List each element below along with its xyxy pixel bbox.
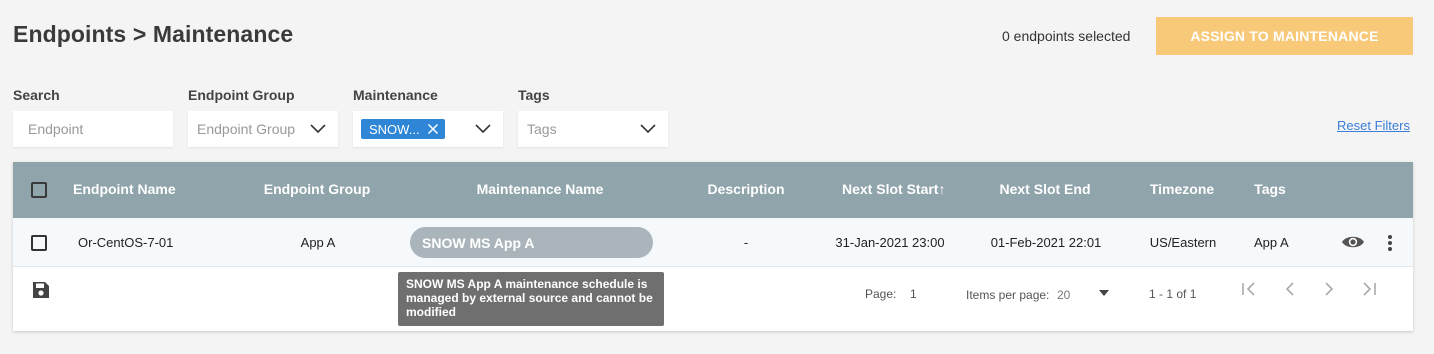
- col-maintenance-name[interactable]: Maintenance Name: [477, 181, 604, 197]
- last-page-icon[interactable]: [1360, 280, 1378, 298]
- col-endpoint-name[interactable]: Endpoint Name: [73, 181, 176, 197]
- more-vertical-icon[interactable]: [1387, 234, 1393, 252]
- tags-select[interactable]: Tags: [518, 111, 668, 147]
- save-icon[interactable]: [32, 281, 50, 299]
- maintenance-tooltip: SNOW MS App A maintenance schedule is ma…: [398, 272, 664, 326]
- select-all-checkbox[interactable]: [31, 182, 47, 198]
- search-field[interactable]: [13, 111, 173, 147]
- chevron-down-icon: [475, 124, 491, 134]
- tags-label: Tags: [518, 87, 550, 103]
- chevron-left-icon[interactable]: [1281, 280, 1299, 298]
- cell-timezone: US/Eastern: [1149, 235, 1217, 250]
- tags-placeholder: Tags: [527, 121, 557, 137]
- endpoint-group-label: Endpoint Group: [188, 87, 295, 103]
- cell-endpoint-group: App A: [300, 235, 336, 250]
- endpoint-group-select[interactable]: Endpoint Group: [188, 111, 338, 147]
- col-timezone[interactable]: Timezone: [1150, 181, 1214, 197]
- col-next-slot-end[interactable]: Next Slot End: [999, 181, 1090, 197]
- cell-next-slot-end: 01-Feb-2021 22:01: [990, 235, 1102, 250]
- page-input[interactable]: 1: [910, 287, 917, 301]
- items-per-page-select[interactable]: 20: [1057, 288, 1070, 302]
- col-next-slot-start-label: Next Slot Start: [842, 181, 939, 197]
- maintenance-select[interactable]: SNOW...: [353, 111, 503, 147]
- first-page-icon[interactable]: [1240, 280, 1258, 298]
- cell-description: -: [743, 235, 749, 250]
- maintenance-chip-label: SNOW...: [369, 121, 420, 137]
- cell-tags: App A: [1254, 235, 1289, 250]
- endpoint-group-placeholder: Endpoint Group: [197, 121, 296, 137]
- page-title: Endpoints > Maintenance: [13, 21, 294, 47]
- caret-down-icon[interactable]: [1099, 290, 1109, 296]
- table-row[interactable]: Or-CentOS-7-01 App A SNOW MS App A - 31-…: [13, 218, 1413, 267]
- maintenance-chip[interactable]: SNOW...: [361, 119, 445, 139]
- page-range: 1 - 1 of 1: [1149, 287, 1197, 301]
- page-label: Page:: [865, 287, 897, 301]
- cell-maintenance-name[interactable]: SNOW MS App A: [410, 227, 653, 258]
- chevron-down-icon: [640, 124, 656, 134]
- selected-count: 0 endpoints selected: [1002, 28, 1131, 44]
- reset-filters-link[interactable]: Reset Filters: [1337, 118, 1410, 133]
- col-endpoint-group[interactable]: Endpoint Group: [264, 181, 371, 197]
- chevron-right-icon[interactable]: [1320, 280, 1338, 298]
- col-next-slot-start[interactable]: Next Slot Start↑: [842, 181, 945, 197]
- cell-next-slot-start: 31-Jan-2021 23:00: [835, 235, 945, 250]
- col-tags[interactable]: Tags: [1254, 181, 1286, 197]
- cell-endpoint-name: Or-CentOS-7-01: [78, 235, 174, 250]
- close-icon[interactable]: [427, 123, 439, 135]
- maintenance-label: Maintenance: [353, 87, 438, 103]
- table-footer: Page: 1 Items per page: 20 1 - 1 of 1: [13, 268, 1413, 331]
- table-header: Endpoint Name Endpoint Group Maintenance…: [13, 162, 1413, 218]
- assign-to-maintenance-button[interactable]: ASSIGN TO MAINTENANCE: [1156, 17, 1413, 55]
- search-input[interactable]: [13, 121, 173, 137]
- chevron-down-icon: [310, 124, 326, 134]
- col-description[interactable]: Description: [707, 181, 784, 197]
- endpoints-table: Endpoint Name Endpoint Group Maintenance…: [13, 162, 1413, 331]
- row-checkbox[interactable]: [31, 235, 47, 251]
- eye-icon[interactable]: [1341, 233, 1365, 251]
- search-label: Search: [13, 87, 60, 103]
- sort-ascending-icon: ↑: [938, 181, 946, 197]
- items-per-page-label: Items per page:: [966, 288, 1050, 302]
